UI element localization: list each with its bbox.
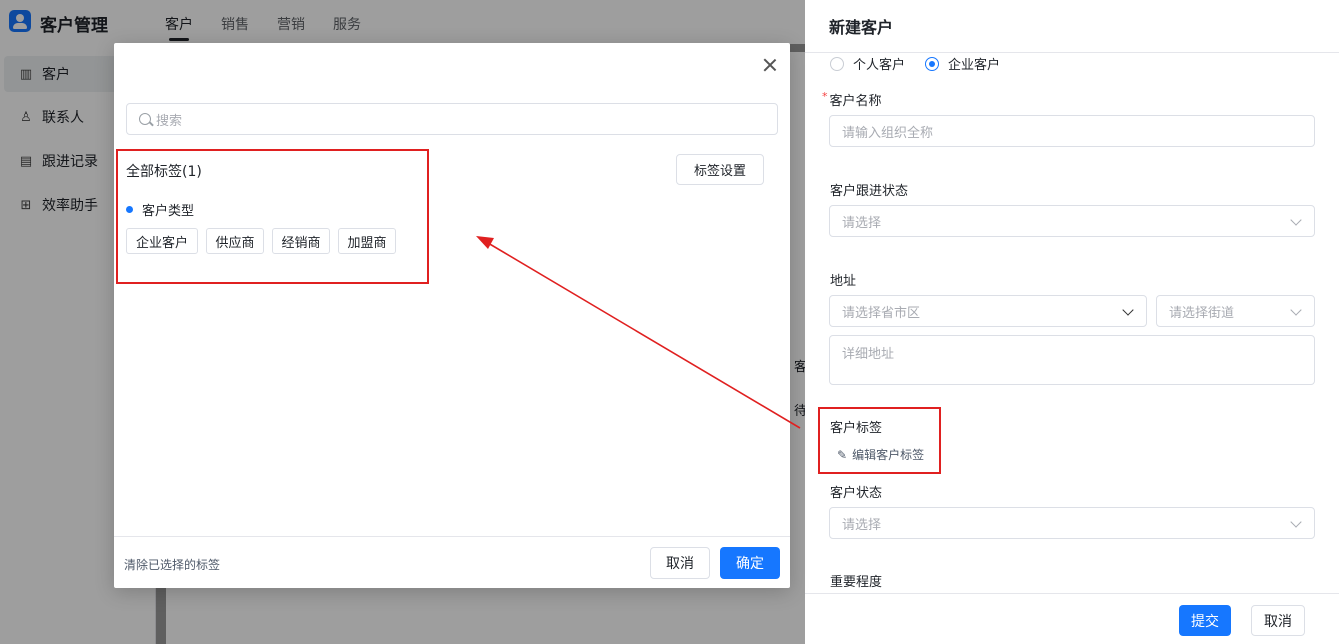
radio-checked-icon	[925, 56, 939, 71]
radio-label: 企业客户	[948, 58, 1001, 73]
divider	[805, 52, 1339, 53]
follow-status-select[interactable]: 请选择	[829, 205, 1315, 237]
radio-enterprise-customer[interactable]: 企业客户	[925, 54, 1000, 73]
tag-search-input[interactable]: 搜索	[126, 103, 778, 135]
address-label: 地址	[830, 274, 857, 289]
annotation-box	[818, 407, 941, 474]
province-select[interactable]: 请选择省市区	[829, 295, 1147, 327]
close-icon[interactable]	[762, 57, 778, 73]
street-select[interactable]: 请选择街道	[1156, 295, 1315, 327]
annotation-box	[116, 149, 429, 284]
customer-name-label: * 客户名称	[822, 90, 882, 109]
modal-cancel-button[interactable]: 取消	[650, 547, 710, 579]
required-mark: *	[822, 90, 828, 103]
drawer-title: 新建客户	[829, 18, 894, 37]
customer-status-label: 客户状态	[830, 486, 883, 501]
divider	[805, 593, 1339, 594]
radio-label: 个人客户	[853, 58, 906, 73]
drawer-cancel-button[interactable]: 取消	[1251, 605, 1305, 636]
submit-button[interactable]: 提交	[1179, 605, 1231, 636]
tag-settings-button[interactable]: 标签设置	[676, 154, 764, 185]
new-customer-drawer: 新建客户 个人客户 企业客户 * 客户名称 请输入组织全称 客户跟进状态 请选择 …	[805, 0, 1339, 644]
follow-status-label: 客户跟进状态	[830, 184, 909, 199]
search-placeholder: 搜索	[156, 113, 183, 129]
radio-icon	[830, 56, 844, 71]
customer-status-select[interactable]: 请选择	[829, 507, 1315, 539]
detail-address-textarea[interactable]: 详细地址	[829, 335, 1315, 385]
clear-selected-tags-link[interactable]: 清除已选择的标签	[124, 556, 220, 573]
customer-name-input[interactable]: 请输入组织全称	[829, 115, 1315, 147]
radio-personal-customer[interactable]: 个人客户	[830, 54, 905, 73]
tag-select-modal: 搜索 全部标签(1) 标签设置 客户类型 企业客户 供应商 经销商 加盟商 清除…	[114, 43, 790, 588]
modal-confirm-button[interactable]: 确定	[720, 547, 780, 579]
divider	[114, 536, 790, 537]
search-icon	[139, 113, 151, 125]
importance-label: 重要程度	[830, 575, 883, 590]
